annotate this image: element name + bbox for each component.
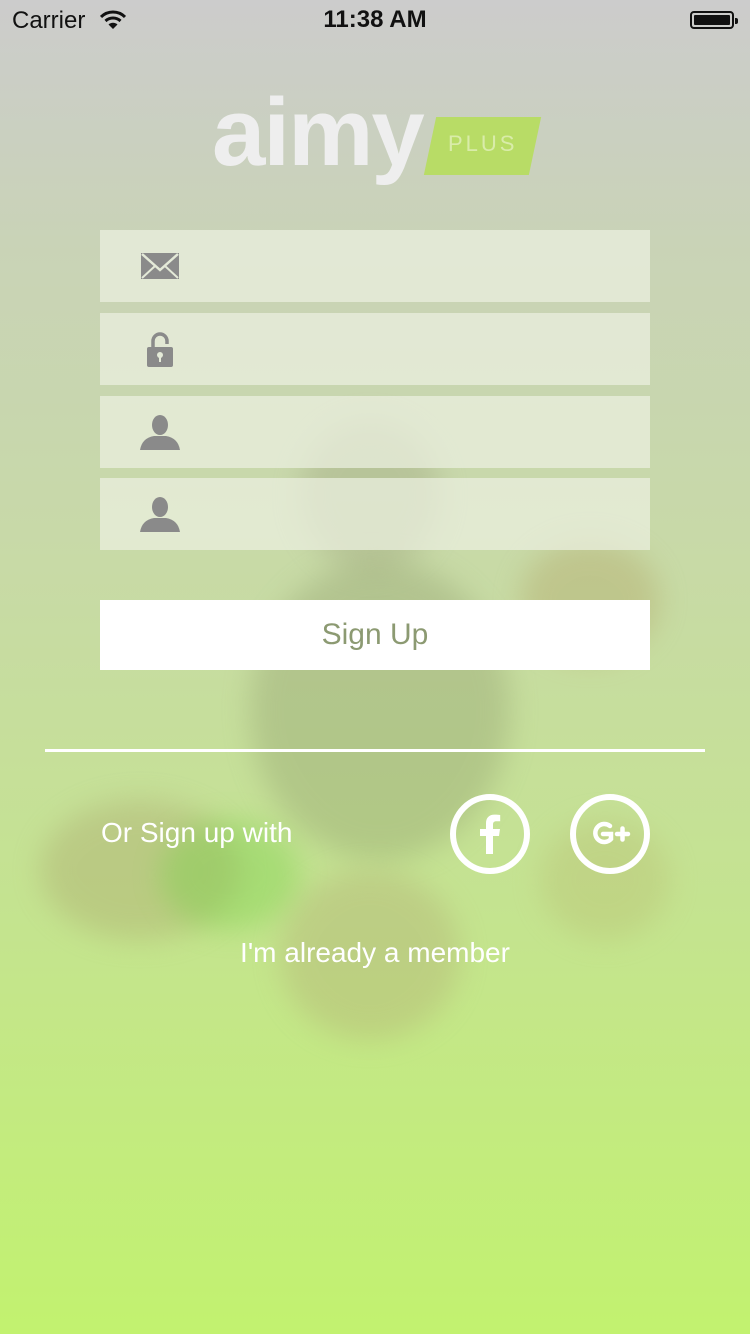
password-input[interactable] bbox=[210, 313, 634, 387]
user-icon bbox=[140, 497, 180, 532]
facebook-icon bbox=[480, 814, 501, 854]
email-input[interactable] bbox=[210, 230, 634, 304]
user-icon bbox=[140, 415, 180, 450]
logo-plus-label: PLUS bbox=[448, 131, 518, 156]
sign-up-button[interactable]: Sign Up bbox=[100, 600, 650, 670]
envelope-icon bbox=[141, 253, 179, 279]
status-bar: Carrier 11:38 AM bbox=[0, 0, 750, 40]
google-plus-button[interactable] bbox=[570, 794, 650, 874]
email-field[interactable] bbox=[100, 230, 650, 304]
password-field[interactable] bbox=[100, 313, 650, 387]
last-name-field[interactable] bbox=[100, 478, 650, 552]
logo-wordmark: aimy bbox=[212, 79, 425, 186]
first-name-field[interactable] bbox=[100, 396, 650, 470]
app-logo: aimy PLUS bbox=[212, 79, 542, 192]
social-signup-label: Or Sign up with bbox=[101, 817, 293, 848]
battery-icon bbox=[690, 11, 738, 29]
status-time: 11:38 AM bbox=[323, 6, 427, 33]
google-plus-icon bbox=[593, 821, 631, 845]
lock-icon bbox=[147, 332, 173, 367]
last-name-input[interactable] bbox=[210, 478, 634, 552]
facebook-button[interactable] bbox=[450, 794, 530, 874]
divider bbox=[45, 749, 705, 752]
already-member-link[interactable]: I'm already a member bbox=[0, 937, 750, 969]
first-name-input[interactable] bbox=[210, 396, 634, 470]
